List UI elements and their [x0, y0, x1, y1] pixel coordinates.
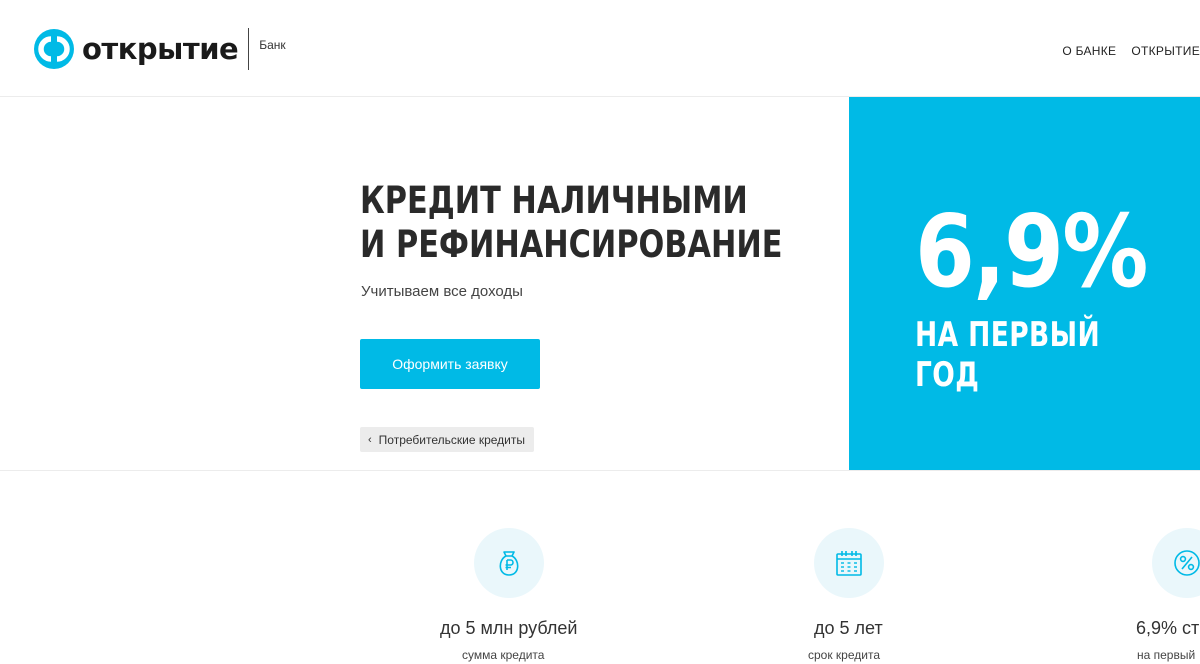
feature-amount-title: до 5 млн рублей: [440, 618, 578, 638]
hero-subtitle: Учитываем все доходы: [361, 283, 523, 300]
logo-subtext: Банк: [259, 38, 286, 52]
feature-rate-title: 6,9% ст: [1136, 618, 1200, 638]
breadcrumb-label: Потребительские кредиты: [378, 432, 526, 447]
feature-term-subtitle: срок кредита: [808, 648, 881, 662]
site-header: открытие Банк О БАНКЕ ОТКРЫТИЕ: [0, 0, 1200, 97]
percent-icon: [1152, 528, 1200, 598]
feature-amount-subtitle: сумма кредита: [462, 648, 545, 662]
chevron-left-icon: ‹: [368, 433, 372, 446]
logo-mark-icon: [34, 29, 74, 69]
features-strip: до 5 млн рублей сумма кредита до 5 лет с…: [0, 471, 1200, 664]
promo-rate-panel: 6,9% НА ПЕРВЫЙ ГОД: [849, 97, 1200, 470]
title-line-2: И РЕФИНАНСИРОВАНИЕ: [360, 223, 783, 266]
nav-item-otkritie[interactable]: ОТКРЫТИЕ: [1131, 44, 1200, 58]
calendar-icon: [814, 528, 884, 598]
breadcrumb[interactable]: ‹ Потребительские кредиты: [360, 427, 535, 452]
feature-term-title: до 5 лет: [814, 618, 883, 638]
promo-rate: 6,9%: [915, 193, 1148, 310]
page-title: КРЕДИТ НАЛИЧНЫМИ И РЕФИНАНСИРОВАНИЕ: [360, 179, 782, 267]
logo-wordmark: открытие: [82, 32, 239, 66]
hero-banner: КРЕДИТ НАЛИЧНЫМИ И РЕФИНАНСИРОВАНИЕ Учит…: [0, 97, 1200, 471]
nav-item-about[interactable]: О БАНКЕ: [1062, 44, 1116, 58]
apply-button[interactable]: Оформить заявку: [360, 339, 540, 389]
money-bag-icon: [474, 528, 544, 598]
bank-logo[interactable]: открытие Банк: [34, 28, 286, 70]
logo-divider: [248, 28, 250, 70]
feature-rate-subtitle: на первый: [1137, 648, 1196, 662]
title-line-1: КРЕДИТ НАЛИЧНЫМИ: [360, 179, 748, 222]
top-nav: О БАНКЕ ОТКРЫТИЕ: [1047, 44, 1200, 58]
promo-caption: НА ПЕРВЫЙ ГОД: [915, 315, 1101, 395]
